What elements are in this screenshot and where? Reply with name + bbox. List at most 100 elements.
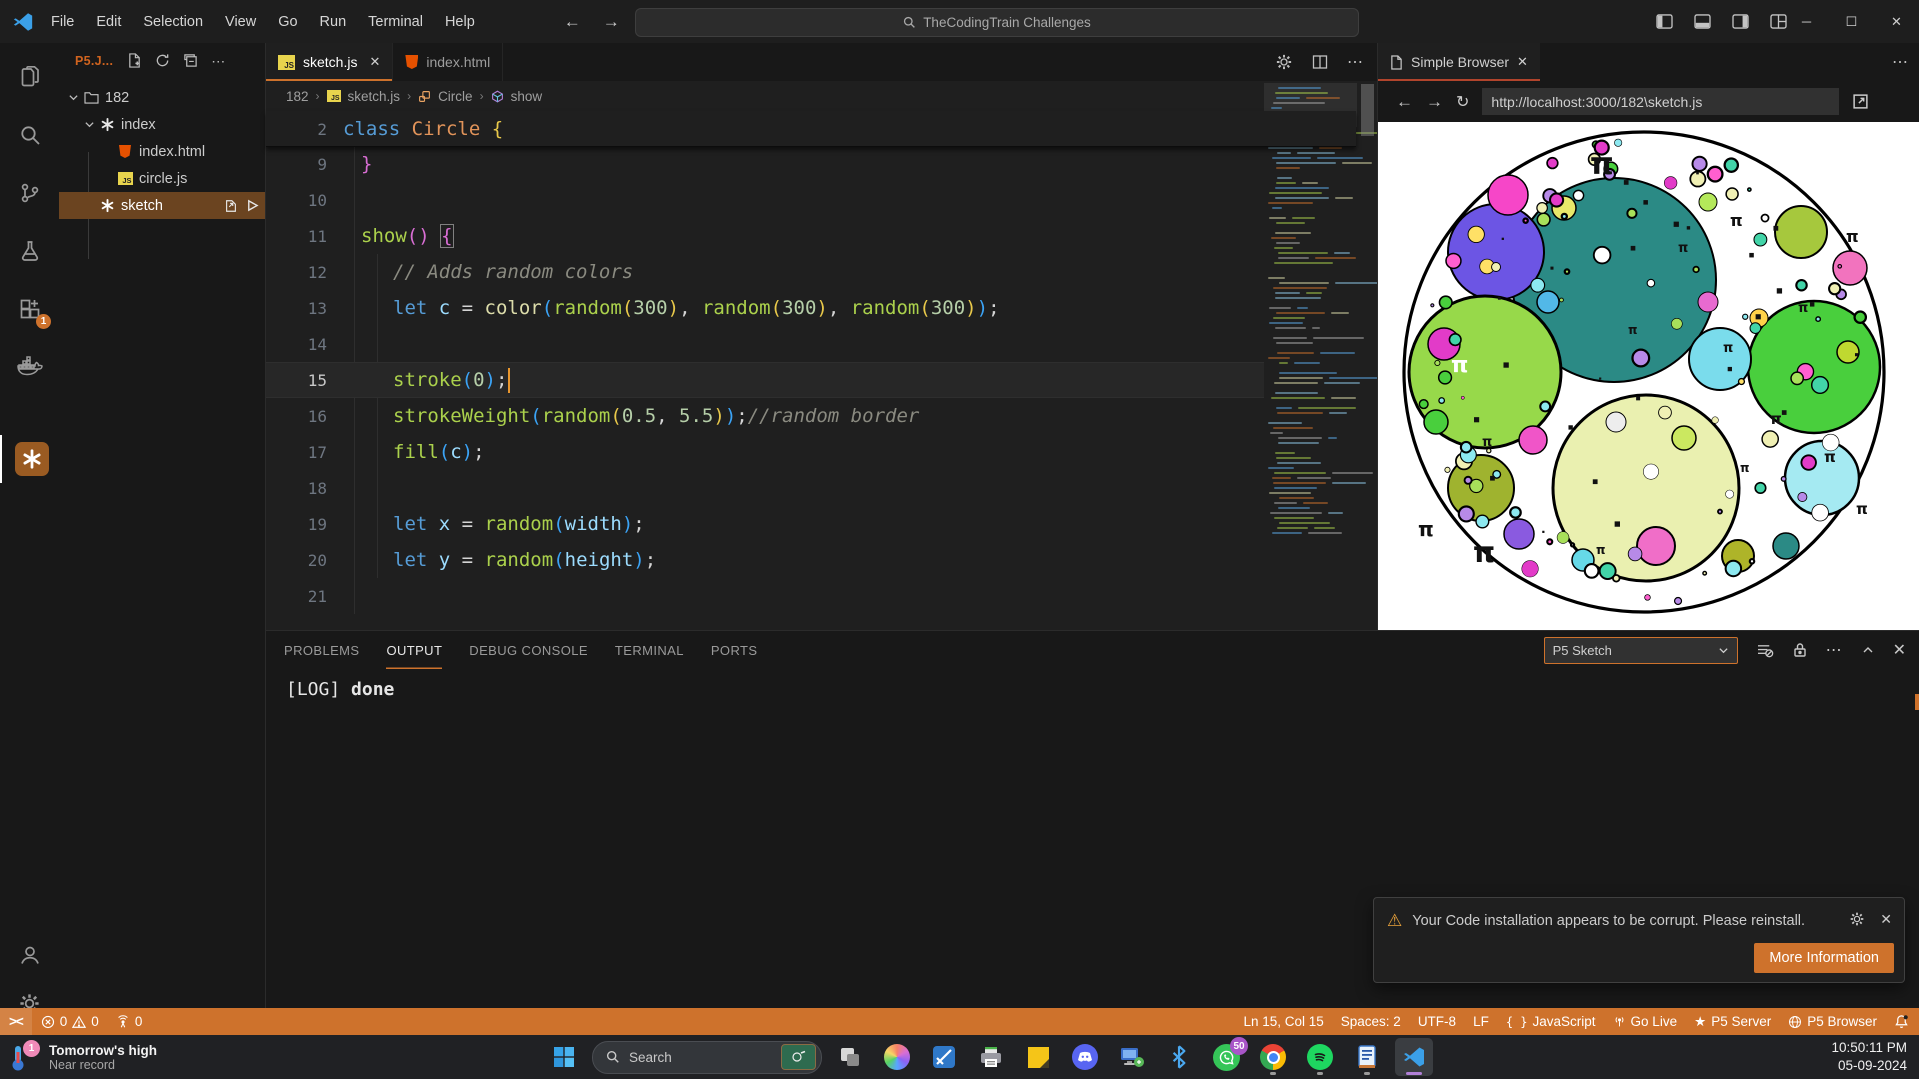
new-file-icon[interactable]: [127, 53, 142, 68]
minimap[interactable]: [1264, 81, 1357, 630]
code-line-9[interactable]: 9}: [266, 146, 1356, 182]
menu-help[interactable]: Help: [434, 9, 486, 35]
spotify-button[interactable]: [1301, 1038, 1339, 1076]
remote-desktop-button[interactable]: [1113, 1038, 1151, 1076]
code-line-20[interactable]: 20let y = random(height);: [266, 542, 1356, 578]
weather-widget[interactable]: 1 Tomorrow's high Near record: [8, 1040, 157, 1074]
problems-status[interactable]: 0 0: [41, 1014, 99, 1029]
notification-close-icon[interactable]: ✕: [1880, 911, 1892, 928]
tree-row-folder-182[interactable]: 182: [59, 84, 265, 111]
taskbar-clock[interactable]: 10:50:11 PM 05-09-2024: [1831, 1039, 1907, 1075]
eol-status[interactable]: LF: [1473, 1014, 1489, 1029]
tree-row-index-html[interactable]: index.html: [59, 138, 265, 165]
code-line-12[interactable]: 12// Adds random colors: [266, 254, 1356, 290]
explorer-more-icon[interactable]: ⋯: [211, 53, 226, 70]
p5-browser-status[interactable]: P5 Browser: [1788, 1014, 1877, 1029]
clear-output-icon[interactable]: [1757, 643, 1774, 658]
tab-ports[interactable]: PORTS: [711, 631, 758, 669]
toggle-sidebar-icon[interactable]: [1656, 14, 1673, 29]
more-information-button[interactable]: More Information: [1754, 943, 1894, 973]
code-line-17[interactable]: 17fill(c);: [266, 434, 1356, 470]
toggle-panel-icon[interactable]: [1694, 14, 1711, 29]
command-center-search[interactable]: TheCodingTrain Challenges: [635, 8, 1359, 37]
notification-settings-gear-icon[interactable]: [1849, 911, 1865, 927]
accounts-icon[interactable]: [0, 931, 59, 979]
refresh-icon[interactable]: [155, 53, 170, 68]
minimize-button[interactable]: ─: [1784, 0, 1829, 43]
ports-status[interactable]: 0: [116, 1014, 143, 1029]
tab-sketch-js[interactable]: JS sketch.js ✕: [266, 43, 393, 81]
menu-view[interactable]: View: [214, 9, 267, 35]
history-back-icon[interactable]: ←: [564, 12, 581, 32]
start-button[interactable]: [545, 1038, 583, 1076]
chrome-button[interactable]: [1254, 1038, 1292, 1076]
tab-output[interactable]: OUTPUT: [386, 631, 442, 669]
browser-forward-icon[interactable]: →: [1426, 92, 1443, 112]
code-line-11[interactable]: 11show() {: [266, 218, 1356, 254]
vscode-taskbar-button[interactable]: [1395, 1038, 1433, 1076]
sticky-notes-button[interactable]: [1019, 1038, 1057, 1076]
open-sketch-icon[interactable]: [224, 199, 238, 213]
close-panel-icon[interactable]: ✕: [1893, 640, 1906, 660]
tab-terminal[interactable]: TERMINAL: [615, 631, 684, 669]
tree-row-circle-js[interactable]: JS circle.js: [59, 165, 265, 192]
breadcrumb-file[interactable]: sketch.js: [348, 89, 401, 104]
menu-file[interactable]: File: [40, 9, 85, 35]
menu-terminal[interactable]: Terminal: [357, 9, 434, 35]
scrollbar-thumb[interactable]: [1361, 84, 1374, 136]
code-line-2[interactable]: 2class Circle {: [266, 111, 1356, 147]
p5-server-status[interactable]: ★P5 Server: [1694, 1014, 1771, 1030]
maximize-button[interactable]: ☐: [1829, 0, 1874, 43]
notepad-button[interactable]: [1348, 1038, 1386, 1076]
tab-simple-browser[interactable]: Simple Browser ✕: [1378, 43, 1540, 81]
task-view-button[interactable]: [831, 1038, 869, 1076]
code-line-21[interactable]: 21: [266, 578, 1356, 614]
cursor-position-status[interactable]: Ln 15, Col 15: [1243, 1014, 1323, 1029]
code-editor[interactable]: 9}1011show() {12// Adds random colors13l…: [266, 146, 1356, 630]
breadcrumb-folder[interactable]: 182: [286, 89, 309, 104]
taskbar-search[interactable]: Search: [592, 1041, 822, 1074]
collapse-all-icon[interactable]: [183, 53, 198, 68]
browser-reload-icon[interactable]: ↻: [1456, 92, 1469, 112]
snipping-tool-button[interactable]: [925, 1038, 963, 1076]
breadcrumb-symbol-class[interactable]: Circle: [438, 89, 473, 104]
source-control-icon[interactable]: [0, 169, 59, 217]
history-forward-icon[interactable]: →: [603, 12, 620, 32]
tree-row-folder-index[interactable]: index: [59, 111, 265, 138]
run-sketch-play-icon[interactable]: [246, 199, 259, 212]
close-button[interactable]: ✕: [1874, 0, 1919, 43]
docker-icon[interactable]: [0, 343, 59, 391]
indentation-status[interactable]: Spaces: 2: [1341, 1014, 1401, 1029]
code-line-18[interactable]: 18: [266, 470, 1356, 506]
printer-button[interactable]: [972, 1038, 1010, 1076]
encoding-status[interactable]: UTF-8: [1418, 1014, 1456, 1029]
whatsapp-button[interactable]: 50: [1207, 1038, 1245, 1076]
close-tab-icon[interactable]: ✕: [1517, 54, 1528, 70]
tab-problems[interactable]: PROBLEMS: [284, 631, 359, 669]
bluetooth-button[interactable]: [1160, 1038, 1198, 1076]
p5-extension-icon[interactable]: [0, 435, 61, 483]
tab-index-html[interactable]: index.html: [393, 43, 503, 81]
search-view-icon[interactable]: [0, 111, 59, 159]
language-status[interactable]: { }JavaScript: [1506, 1014, 1596, 1029]
code-line-10[interactable]: 10: [266, 182, 1356, 218]
sticky-scroll-line[interactable]: 2class Circle {: [266, 111, 1356, 147]
notifications-bell-icon[interactable]: [1894, 1014, 1909, 1029]
toggle-secondary-sidebar-icon[interactable]: [1732, 14, 1749, 29]
code-line-14[interactable]: 14: [266, 326, 1356, 362]
output-channel-select[interactable]: P5 Sketch: [1544, 637, 1738, 664]
extensions-icon[interactable]: 1: [0, 285, 59, 333]
discord-button[interactable]: [1066, 1038, 1104, 1076]
maximize-panel-icon[interactable]: [1862, 644, 1874, 656]
browser-back-icon[interactable]: ←: [1396, 92, 1413, 112]
tree-row-sketch[interactable]: sketch: [59, 192, 265, 219]
open-external-icon[interactable]: [1852, 93, 1869, 110]
tab-debug-console[interactable]: DEBUG CONSOLE: [469, 631, 588, 669]
copilot-button[interactable]: [878, 1038, 916, 1076]
menu-run[interactable]: Run: [309, 9, 358, 35]
code-line-13[interactable]: 13let c = color(random(300), random(300)…: [266, 290, 1356, 326]
menu-edit[interactable]: Edit: [85, 9, 132, 35]
menu-selection[interactable]: Selection: [132, 9, 214, 35]
p5-run-icon[interactable]: [1275, 53, 1293, 71]
editor-more-actions-icon[interactable]: ⋯: [1347, 52, 1364, 72]
